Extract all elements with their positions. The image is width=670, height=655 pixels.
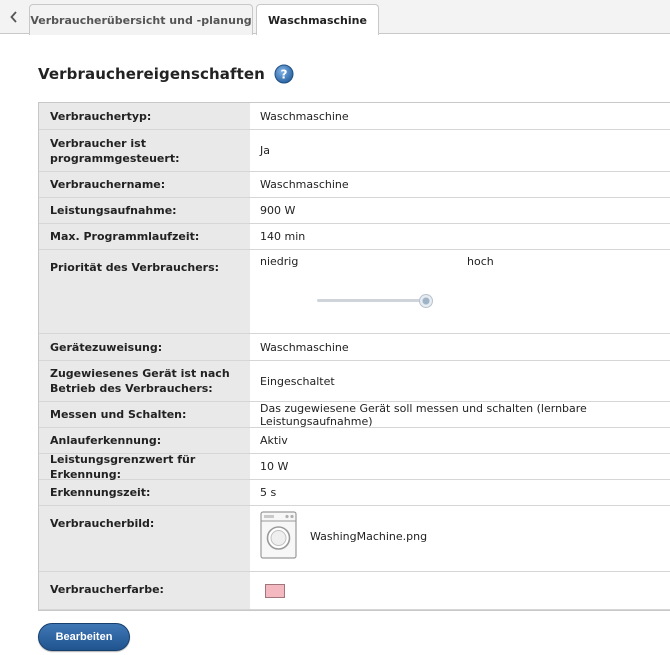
label-prioritaet: Priorität des Verbrauchers:: [39, 250, 250, 334]
chevron-left-icon: [10, 11, 17, 23]
value-leistungsaufnahme: 900 W: [250, 198, 670, 224]
value-prioritaet: niedrig hoch: [250, 250, 670, 334]
value-farbe: [250, 572, 670, 610]
row-leistungsaufnahme: Leistungsaufnahme: 900 W: [39, 198, 670, 224]
value-messen-schalten: Das zugewiesene Gerät soll messen und sc…: [250, 402, 670, 428]
row-messen-schalten: Messen und Schalten: Das zugewiesene Ger…: [39, 402, 670, 428]
row-verbrauchertyp: Verbrauchertyp: Waschmaschine: [39, 103, 670, 130]
label-programmlaufzeit: Max. Programmlaufzeit:: [39, 224, 250, 250]
priority-low-label: niedrig: [260, 255, 299, 268]
washing-machine-icon: [260, 511, 297, 559]
value-programmlaufzeit: 140 min: [250, 224, 670, 250]
value-verbrauchername: Waschmaschine: [250, 172, 670, 198]
row-programmlaufzeit: Max. Programmlaufzeit: 140 min: [39, 224, 670, 250]
row-geraetezuweisung: Gerätezuweisung: Waschmaschine: [39, 334, 670, 361]
row-verbrauchername: Verbrauchername: Waschmaschine: [39, 172, 670, 198]
color-swatch: [265, 584, 285, 598]
row-bild: Verbraucherbild: WashingMachine.png: [39, 506, 670, 572]
row-programmgesteuert: Verbraucher ist programmgesteuert: Ja: [39, 130, 670, 172]
properties-table: Verbrauchertyp: Waschmaschine Verbrauche…: [38, 102, 670, 611]
row-erkennungszeit: Erkennungszeit: 5 s: [39, 480, 670, 506]
row-nach-betrieb: Zugewiesenes Gerät ist nach Betrieb des …: [39, 361, 670, 402]
row-anlauferkennung: Anlauferkennung: Aktiv: [39, 428, 670, 454]
priority-slider-handle[interactable]: [419, 294, 434, 308]
label-farbe: Verbraucherfarbe:: [39, 572, 250, 610]
tab-bar: Verbraucherübersicht und -planung Waschm…: [0, 0, 670, 35]
help-icon[interactable]: ?: [274, 64, 294, 84]
label-geraetezuweisung: Gerätezuweisung:: [39, 334, 250, 361]
value-anlauferkennung: Aktiv: [250, 428, 670, 454]
section-heading: Verbrauchereigenschaften ?: [38, 63, 294, 85]
label-nach-betrieb: Zugewiesenes Gerät ist nach Betrieb des …: [39, 361, 250, 402]
label-leistungsaufnahme: Leistungsaufnahme:: [39, 198, 250, 224]
label-verbrauchername: Verbrauchername:: [39, 172, 250, 198]
image-filename: WashingMachine.png: [310, 530, 428, 543]
value-programmgesteuert: Ja: [250, 130, 670, 172]
label-erkennungszeit: Erkennungszeit:: [39, 480, 250, 506]
row-farbe: Verbraucherfarbe:: [39, 572, 670, 610]
value-geraetezuweisung: Waschmaschine: [250, 334, 670, 361]
row-grenzwert: Leistungsgrenzwert für Erkennung: 10 W: [39, 453, 670, 481]
value-verbrauchertyp: Waschmaschine: [250, 103, 670, 130]
priority-slider-track[interactable]: [317, 299, 432, 302]
tab-waschmaschine[interactable]: Waschmaschine: [256, 4, 379, 35]
tab-verbraucheruebersicht[interactable]: Verbraucherübersicht und -planung: [29, 4, 253, 35]
row-prioritaet: Priorität des Verbrauchers: niedrig hoch: [39, 250, 670, 334]
value-bild: WashingMachine.png: [250, 506, 670, 572]
value-nach-betrieb: Eingeschaltet: [250, 361, 670, 402]
page-title: Verbrauchereigenschaften: [38, 65, 265, 83]
label-bild: Verbraucherbild:: [39, 506, 250, 572]
priority-high-label: hoch: [467, 255, 494, 268]
edit-button[interactable]: Bearbeiten: [38, 623, 130, 651]
label-messen-schalten: Messen und Schalten:: [39, 402, 250, 428]
label-programmgesteuert: Verbraucher ist programmgesteuert:: [39, 130, 250, 172]
value-erkennungszeit: 5 s: [250, 480, 670, 506]
label-anlauferkennung: Anlauferkennung:: [39, 428, 250, 454]
label-grenzwert: Leistungsgrenzwert für Erkennung:: [39, 453, 250, 481]
label-verbrauchertyp: Verbrauchertyp:: [39, 103, 250, 130]
back-button[interactable]: [0, 0, 28, 34]
svg-text:?: ?: [280, 68, 287, 82]
value-grenzwert: 10 W: [250, 454, 670, 480]
